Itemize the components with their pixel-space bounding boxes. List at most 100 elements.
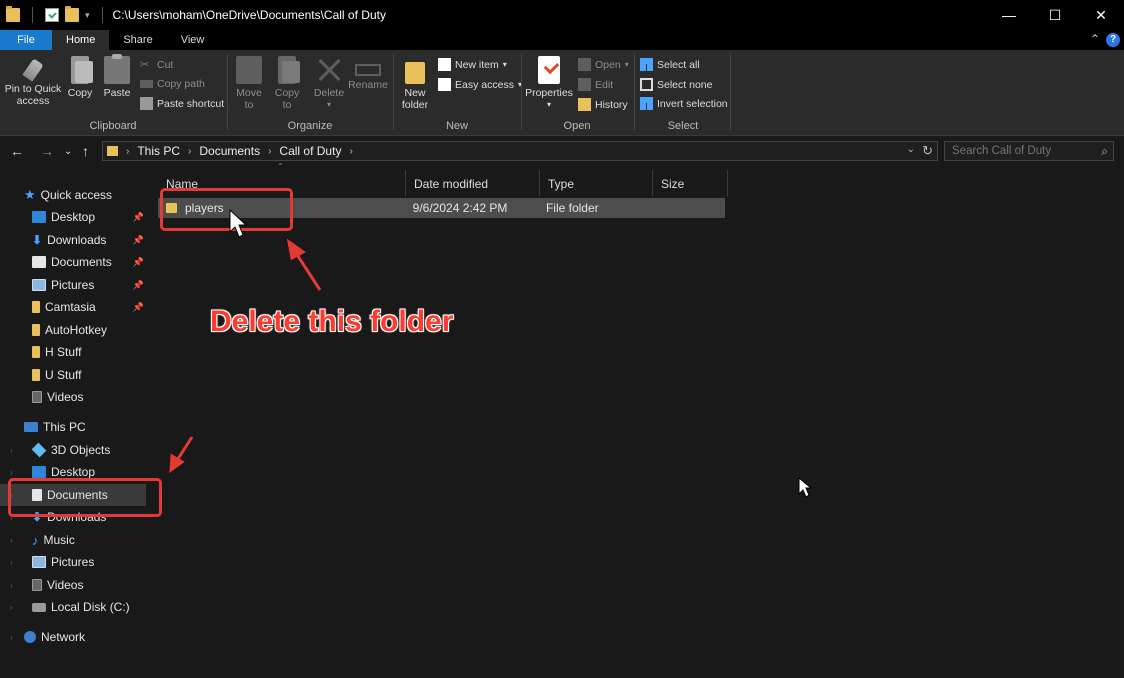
chevron-right-icon[interactable]: ›: [349, 146, 352, 157]
up-arrow-icon[interactable]: ↑: [82, 143, 89, 159]
scissors-icon: ✂: [140, 59, 150, 71]
tab-view[interactable]: View: [167, 30, 219, 50]
nav-u-stuff[interactable]: U Stuff: [0, 364, 150, 386]
breadcrumb-documents[interactable]: Documents: [199, 144, 260, 158]
delete-icon: [316, 56, 342, 84]
new-item-icon: [438, 58, 451, 71]
tab-file[interactable]: File: [0, 30, 52, 50]
nav-quick-access[interactable]: ★ Quick access: [0, 184, 150, 206]
select-none-icon: [640, 78, 653, 91]
chevron-right-icon[interactable]: ›: [10, 633, 13, 642]
easy-access-button[interactable]: Easy access ▾: [438, 78, 522, 91]
chevron-right-icon[interactable]: ›: [10, 581, 13, 590]
address-bar[interactable]: › This PC › Documents › Call of Duty › ⌄…: [102, 141, 938, 161]
nav-h-stuff[interactable]: H Stuff: [0, 341, 150, 363]
breadcrumb-this-pc[interactable]: This PC: [137, 144, 180, 158]
chevron-right-icon[interactable]: ›: [126, 146, 129, 157]
maximize-button[interactable]: ☐: [1032, 0, 1078, 30]
properties-icon[interactable]: [45, 8, 59, 22]
properties-dropdown-icon[interactable]: ▾: [524, 99, 574, 111]
edit-button[interactable]: Edit: [578, 78, 613, 91]
close-button[interactable]: ✕: [1078, 0, 1124, 30]
copy-to-label-line2: to: [282, 99, 292, 111]
search-input[interactable]: [945, 142, 1090, 160]
recent-locations-icon[interactable]: ⌄: [64, 146, 72, 157]
nav-this-pc[interactable]: This PC: [0, 416, 150, 438]
back-arrow-icon[interactable]: ←: [10, 143, 24, 159]
cut-button[interactable]: ✂ Cut: [140, 58, 174, 72]
move-to-button[interactable]: Move to: [232, 56, 266, 111]
tab-share[interactable]: Share: [109, 30, 166, 50]
pin-icon: 📌: [132, 234, 144, 245]
refresh-icon[interactable]: ↻: [922, 143, 933, 159]
nav-3d-objects[interactable]: › 3D Objects: [0, 439, 150, 461]
nav-label: Pictures: [51, 555, 95, 569]
history-button[interactable]: History: [578, 98, 628, 111]
open-button[interactable]: Open ▾: [578, 58, 629, 71]
minimize-ribbon-icon[interactable]: ⌃: [1090, 32, 1100, 46]
new-item-label: New item: [455, 58, 499, 71]
organize-group-label: Organize: [287, 120, 333, 132]
search-icon[interactable]: ⌕: [1101, 144, 1108, 159]
cut-label: Cut: [157, 58, 174, 71]
nav-label: 3D Objects: [51, 443, 111, 457]
chevron-right-icon[interactable]: ›: [10, 468, 13, 477]
open-group-label: Open: [563, 120, 591, 132]
new-folder-button[interactable]: New folder: [398, 56, 432, 111]
nav-videos[interactable]: Videos: [0, 386, 150, 408]
properties-button[interactable]: Properties ▾: [524, 56, 574, 111]
nav-label: Network: [41, 630, 86, 644]
copy-button[interactable]: Copy: [64, 56, 96, 99]
invert-selection-button[interactable]: Invert selection: [640, 97, 728, 110]
easy-access-icon: [438, 78, 451, 91]
forward-arrow-icon[interactable]: →: [40, 143, 54, 159]
nav-music[interactable]: › ♪ Music: [0, 529, 150, 551]
breadcrumb-call-of-duty[interactable]: Call of Duty: [279, 144, 341, 158]
nav-autohotkey[interactable]: AutoHotkey: [0, 319, 150, 341]
paste-shortcut-button[interactable]: Paste shortcut: [140, 97, 224, 110]
chevron-down-icon[interactable]: ⌄: [907, 144, 915, 155]
copy-to-button[interactable]: Copy to: [270, 56, 304, 111]
paste-icon: [104, 54, 130, 84]
nav-pc-videos[interactable]: › Videos: [0, 574, 150, 596]
column-size[interactable]: Size: [653, 170, 728, 196]
chevron-right-icon[interactable]: ›: [188, 146, 191, 157]
tab-home[interactable]: Home: [52, 30, 110, 50]
nav-network[interactable]: › Network: [0, 626, 150, 648]
delete-button[interactable]: Delete ▾: [312, 56, 346, 111]
chevron-right-icon[interactable]: ›: [10, 536, 13, 545]
pictures-icon: [32, 279, 46, 291]
customize-toolbar-icon[interactable]: ▾: [85, 10, 90, 21]
chevron-right-icon[interactable]: ›: [10, 603, 13, 612]
new-item-button[interactable]: New item ▾: [438, 58, 507, 71]
nav-local-disk[interactable]: › Local Disk (C:): [0, 596, 150, 618]
nav-documents[interactable]: Documents 📌: [0, 251, 150, 273]
nav-pc-pictures[interactable]: › Pictures: [0, 551, 150, 573]
new-folder-icon[interactable]: [65, 6, 79, 22]
select-all-button[interactable]: Select all: [640, 58, 700, 71]
open-label: Open: [595, 58, 621, 71]
videos-icon: [32, 579, 42, 591]
rename-button[interactable]: Rename: [348, 56, 388, 91]
nav-camtasia[interactable]: Camtasia 📌: [0, 296, 150, 318]
column-date-modified[interactable]: Date modified: [406, 170, 540, 196]
column-type[interactable]: Type: [540, 170, 653, 196]
minimize-button[interactable]: —: [986, 0, 1032, 30]
downloads-icon: ⬇: [32, 233, 43, 247]
help-icon[interactable]: ?: [1106, 33, 1120, 47]
nav-downloads[interactable]: ⬇ Downloads 📌: [0, 229, 150, 251]
select-none-button[interactable]: Select none: [640, 78, 712, 91]
delete-dropdown-icon[interactable]: ▾: [312, 99, 346, 111]
chevron-right-icon[interactable]: ›: [268, 146, 271, 157]
paste-button[interactable]: Paste: [100, 54, 134, 99]
nav-pictures[interactable]: Pictures 📌: [0, 274, 150, 296]
pin-quick-access-button[interactable]: Pin to Quick access: [4, 56, 62, 107]
chevron-right-icon[interactable]: ›: [10, 558, 13, 567]
copy-to-label-line1: Copy: [274, 87, 300, 99]
chevron-right-icon[interactable]: ›: [10, 446, 13, 455]
quick-access-toolbar: ▾: [0, 6, 109, 23]
computer-icon: [24, 422, 38, 432]
nav-desktop[interactable]: Desktop 📌: [0, 206, 150, 228]
copy-label: Copy: [67, 87, 93, 99]
copy-path-button[interactable]: Copy path: [140, 78, 205, 90]
